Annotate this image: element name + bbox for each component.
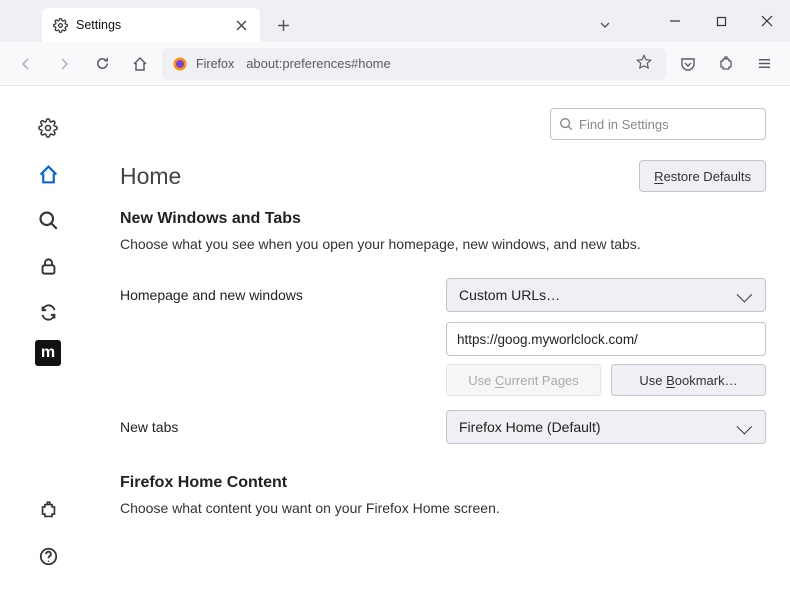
- section-desc: Choose what you see when you open your h…: [120, 236, 766, 252]
- maximize-button[interactable]: [698, 5, 744, 37]
- minimize-button[interactable]: [652, 5, 698, 37]
- search-placeholder: Find in Settings: [579, 117, 669, 132]
- gear-icon: [52, 17, 68, 33]
- page-title: Home: [120, 163, 639, 190]
- sidebar-item-privacy[interactable]: [30, 248, 66, 284]
- sidebar-item-general[interactable]: [30, 110, 66, 146]
- section-title: Firefox Home Content: [120, 474, 766, 492]
- search-input[interactable]: Find in Settings: [550, 108, 766, 140]
- section-home-content: Firefox Home Content Choose what content…: [120, 474, 766, 516]
- settings-main: Find in Settings Home Restore Defaults N…: [96, 86, 790, 596]
- homepage-label: Homepage and new windows: [120, 287, 430, 303]
- close-window-button[interactable]: [744, 5, 790, 37]
- back-button[interactable]: [10, 48, 42, 80]
- forward-button[interactable]: [48, 48, 80, 80]
- bookmark-star-icon[interactable]: [636, 54, 656, 74]
- homepage-select[interactable]: Custom URLs…: [446, 278, 766, 312]
- app-menu-button[interactable]: [748, 48, 780, 80]
- use-bookmark-button[interactable]: Use Bookmark…: [611, 364, 766, 396]
- new-tab-button[interactable]: [268, 10, 298, 40]
- extensions-button[interactable]: [710, 48, 742, 80]
- section-title: New Windows and Tabs: [120, 210, 766, 228]
- newtabs-select[interactable]: Firefox Home (Default): [446, 410, 766, 444]
- url-prefix: Firefox: [196, 57, 234, 71]
- sidebar-item-sync[interactable]: [30, 294, 66, 330]
- sidebar-item-mozilla[interactable]: m: [35, 340, 61, 366]
- homepage-url-input[interactable]: https://goog.myworlclock.com/: [446, 322, 766, 356]
- sidebar-item-home[interactable]: [30, 156, 66, 192]
- section-desc: Choose what content you want on your Fir…: [120, 500, 766, 516]
- browser-tab[interactable]: Settings: [42, 8, 260, 42]
- content-area: m Find in Settings Home Restore Defaults…: [0, 86, 790, 596]
- sidebar-item-help[interactable]: [30, 538, 66, 574]
- search-icon: [559, 117, 573, 131]
- titlebar: Settings: [0, 0, 790, 42]
- newtabs-label: New tabs: [120, 419, 430, 435]
- address-bar[interactable]: Firefox about:preferences#home: [162, 48, 666, 80]
- tab-title: Settings: [76, 18, 224, 32]
- use-current-pages-button[interactable]: Use Current Pages: [446, 364, 601, 396]
- sidebar-item-extensions[interactable]: [30, 492, 66, 528]
- pocket-button[interactable]: [672, 48, 704, 80]
- restore-defaults-button[interactable]: Restore Defaults: [639, 160, 766, 192]
- close-icon[interactable]: [232, 16, 250, 34]
- section-new-windows-tabs: New Windows and Tabs Choose what you see…: [120, 210, 766, 444]
- url-text: about:preferences#home: [246, 56, 628, 71]
- settings-sidebar: m: [0, 86, 96, 596]
- url-toolbar: Firefox about:preferences#home: [0, 42, 790, 86]
- sidebar-item-search[interactable]: [30, 202, 66, 238]
- window-controls: [652, 0, 790, 42]
- firefox-icon: [172, 56, 188, 72]
- reload-button[interactable]: [86, 48, 118, 80]
- tabs-overflow-button[interactable]: [590, 10, 620, 40]
- home-button[interactable]: [124, 48, 156, 80]
